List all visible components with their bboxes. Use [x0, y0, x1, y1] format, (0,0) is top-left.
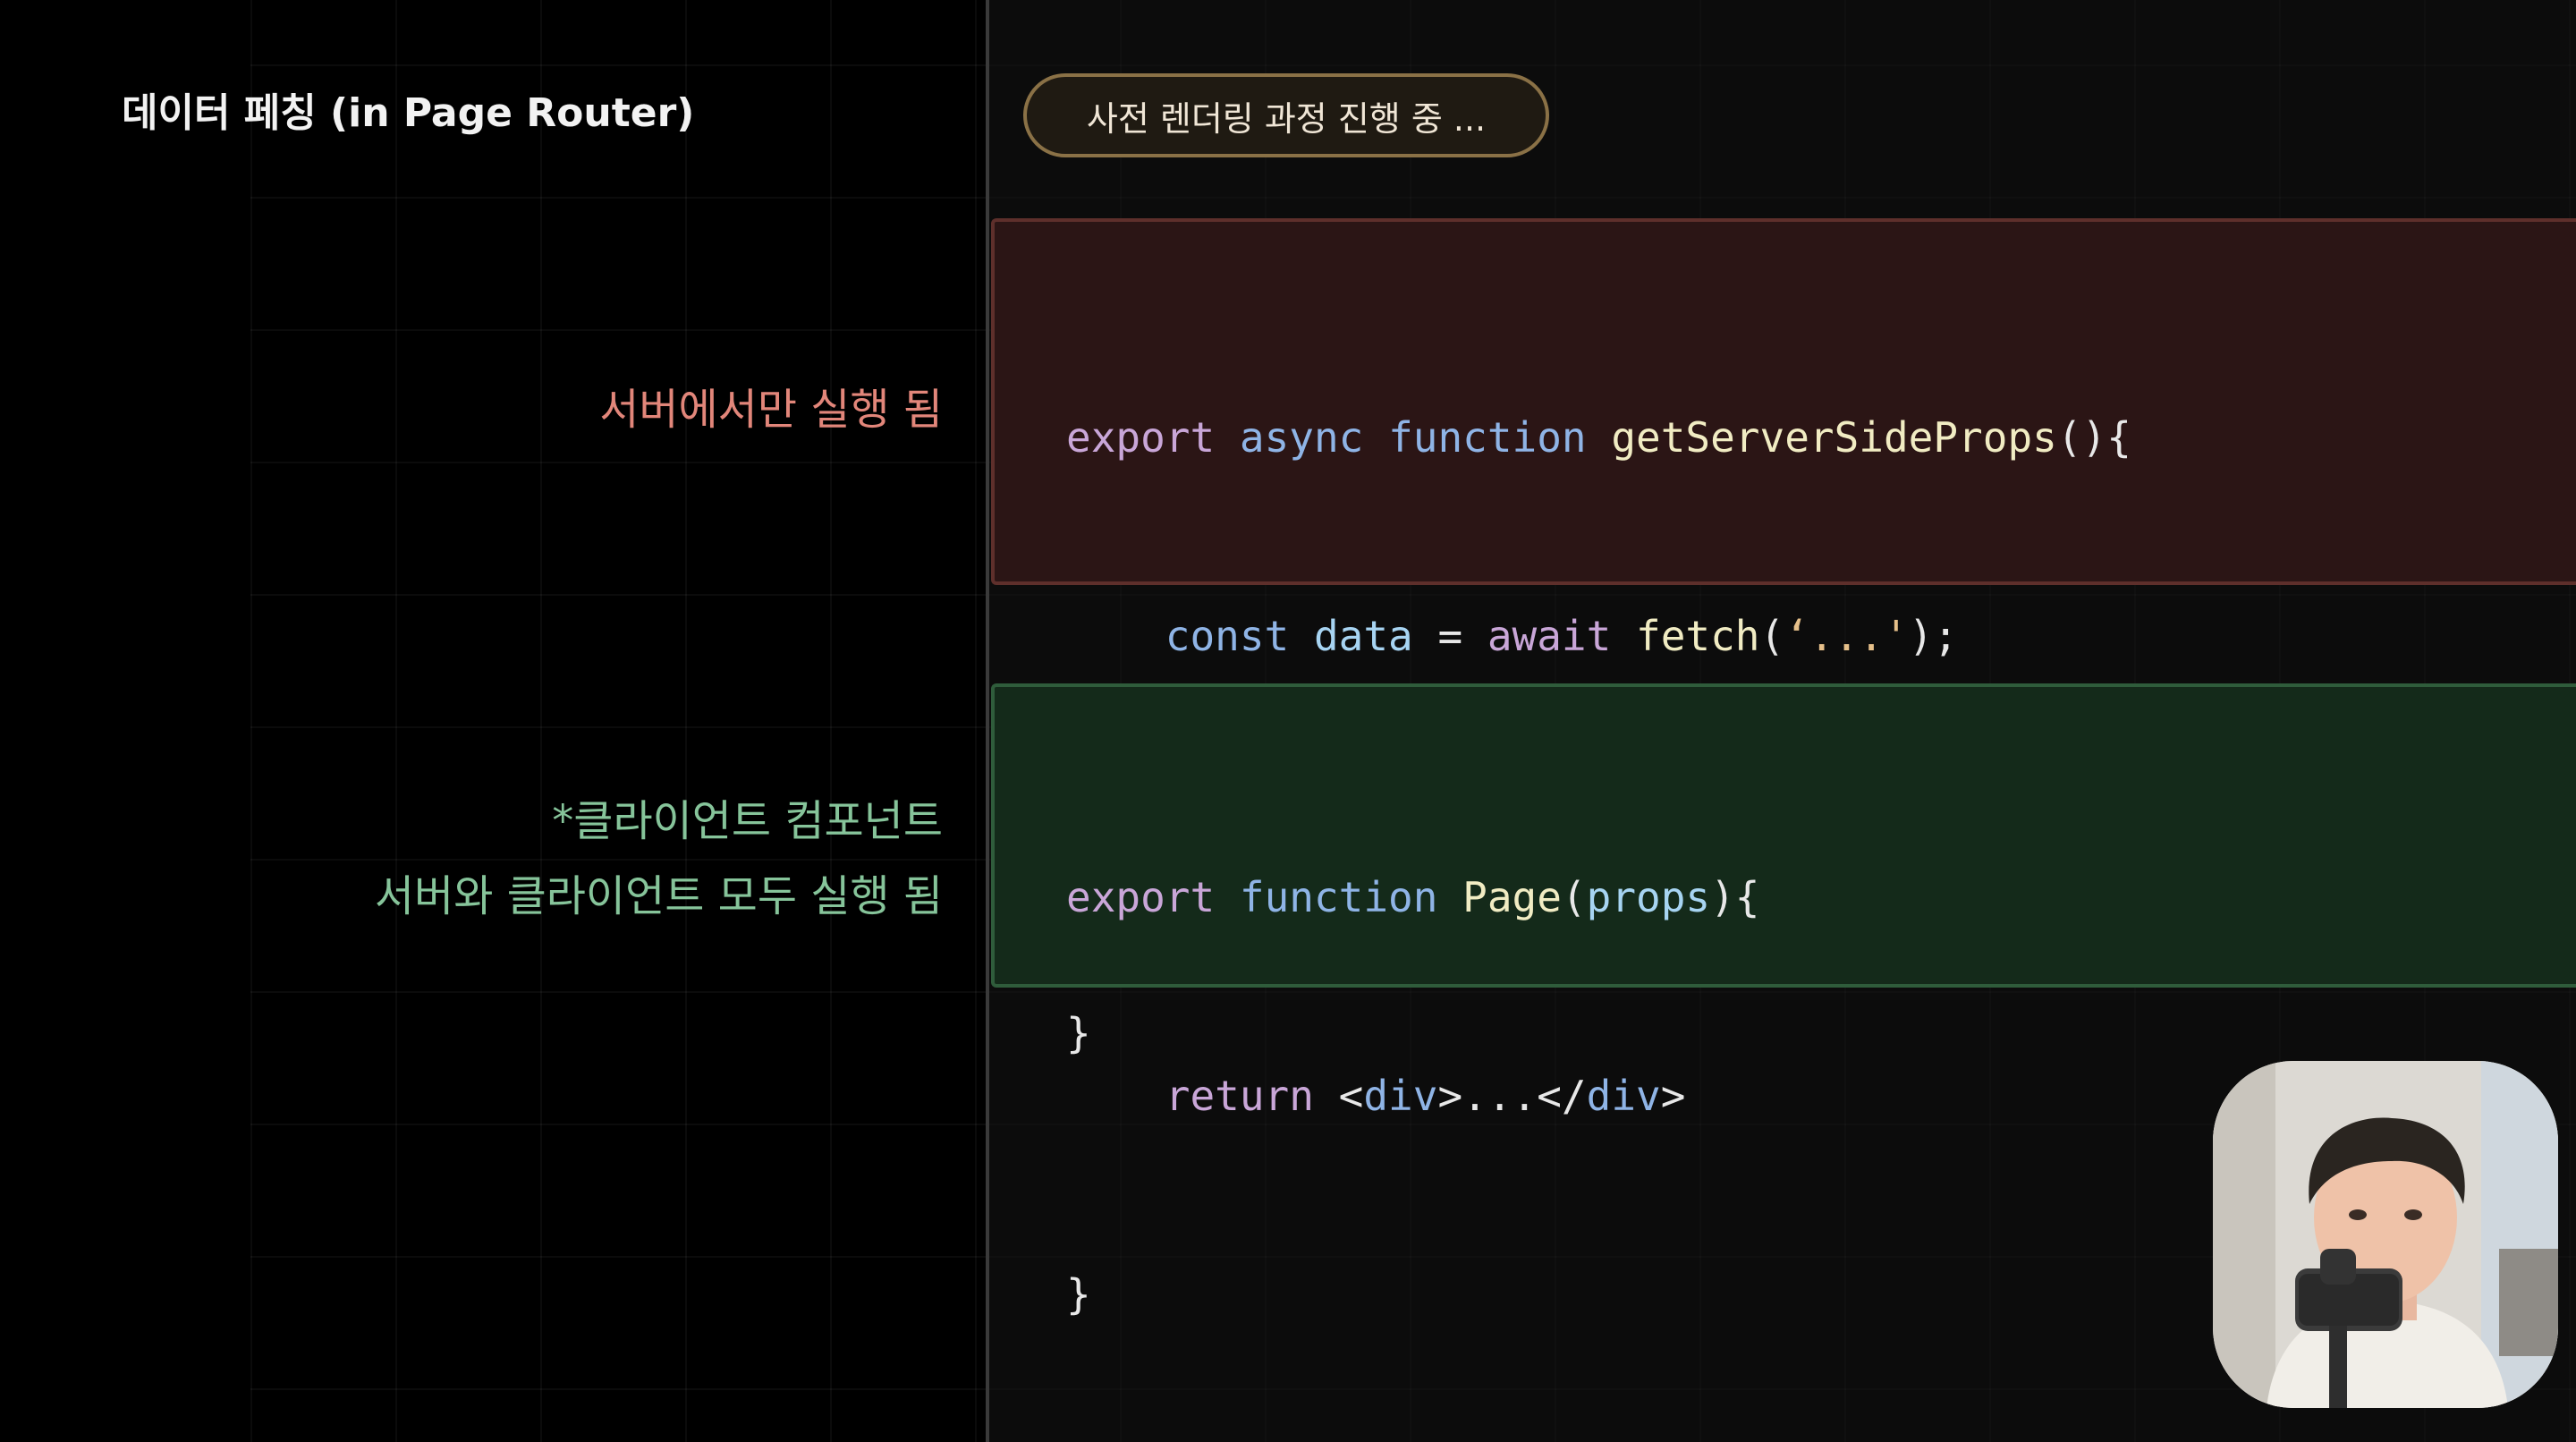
code-token: return	[1165, 1072, 1314, 1120]
client-code-block: export function Page(props){ return <div…	[991, 683, 2576, 1319]
code-token: =	[1412, 612, 1487, 660]
code-token: (	[1759, 612, 1785, 660]
code-line: return <div>...</div>	[1066, 1063, 1760, 1129]
client-component-desc: 서버와 클라이언트 모두 실행 됨	[374, 871, 943, 921]
code-token: ){	[1710, 873, 1760, 921]
code-token: getServerSideProps	[1611, 413, 2057, 462]
presenter-photo-icon	[2213, 1061, 2558, 1408]
client-code: export function Page(props){ return <div…	[1066, 732, 1760, 1442]
code-token: async	[1239, 413, 1364, 462]
server-only-text: 서버에서만 실행 됨	[599, 385, 943, 435]
code-token: (	[1561, 873, 1587, 921]
code-token: function	[1388, 413, 1587, 462]
vertical-divider	[986, 0, 989, 1442]
code-token: </	[1537, 1072, 1587, 1120]
code-token: export	[1066, 873, 1216, 921]
client-component-title: *클라이언트 컴포넌트	[552, 796, 943, 846]
code-token: props	[1586, 873, 1711, 921]
code-token: div	[1586, 1072, 1661, 1120]
code-token: }	[1066, 1270, 1091, 1319]
code-token: data	[1313, 612, 1413, 660]
code-line: export function Page(props){	[1066, 864, 1760, 930]
code-token: ‘...'	[1784, 612, 1909, 660]
code-token: await	[1487, 612, 1612, 660]
slide: 데이터 페칭 (in Page Router) 사전 렌더링 과정 진행 중 .…	[0, 0, 2576, 1442]
client-component-label: *클라이언트 컴포넌트 서버와 클라이언트 모두 실행 됨	[375, 784, 943, 934]
code-token: div	[1363, 1072, 1438, 1120]
status-badge: 사전 렌더링 과정 진행 중 ...	[1023, 73, 1549, 157]
server-code-block: export async function getServerSideProps…	[991, 218, 2576, 1057]
code-token: Page	[1462, 873, 1562, 921]
code-token: fetch	[1636, 612, 1760, 660]
code-token: const	[1165, 612, 1290, 660]
slide-title: 데이터 페칭 (in Page Router)	[122, 90, 695, 136]
code-token: ...	[1462, 1072, 1538, 1120]
status-badge-label: 사전 렌더링 과정 진행 중 ...	[1086, 98, 1487, 139]
code-line: const data = await fetch(‘...');	[1066, 603, 2131, 669]
code-line: }	[1066, 1261, 1760, 1327]
code-token: );	[1908, 612, 1959, 660]
code-token: >	[1437, 1072, 1463, 1120]
code-token: >	[1660, 1072, 1686, 1120]
code-token: function	[1239, 873, 1438, 921]
presenter-webcam	[2213, 1061, 2558, 1408]
code-token: <	[1313, 1072, 1364, 1120]
code-token: export	[1066, 413, 1216, 462]
code-token: (){	[2056, 413, 2131, 462]
code-line: export async function getServerSideProps…	[1066, 404, 2131, 471]
server-only-label: 서버에서만 실행 됨	[599, 372, 943, 447]
